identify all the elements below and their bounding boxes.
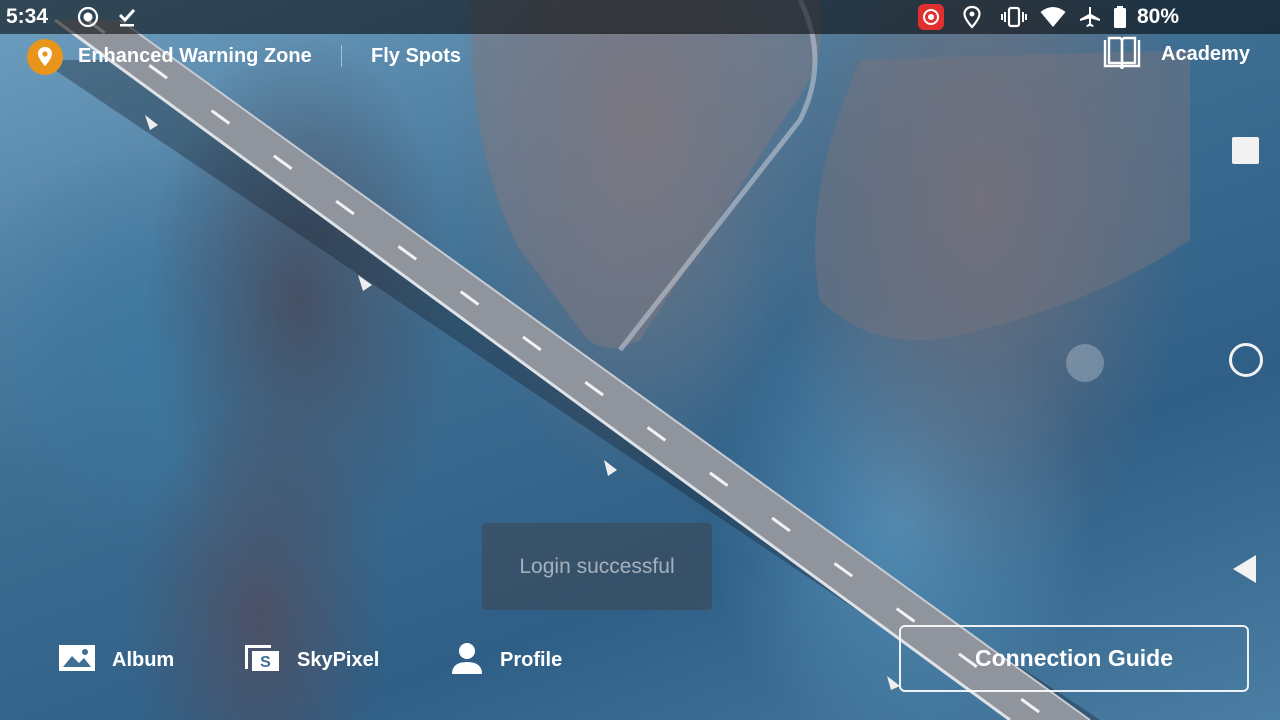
location-icon bbox=[959, 4, 985, 30]
clock: 5:34 bbox=[6, 5, 49, 28]
dji-app-icon bbox=[918, 4, 944, 30]
toast-message: Login successful bbox=[519, 554, 675, 578]
warning-zone-pin-icon[interactable] bbox=[27, 39, 63, 75]
connection-guide-button[interactable]: Connection Guide bbox=[899, 625, 1249, 692]
status-bar: 5:34 80% bbox=[0, 0, 1280, 34]
toast-notification: Login successful bbox=[482, 523, 712, 610]
home-button[interactable] bbox=[1229, 343, 1263, 377]
fly-spots-link[interactable]: Fly Spots bbox=[371, 45, 461, 68]
recents-button[interactable] bbox=[1232, 137, 1259, 164]
album-button[interactable]: Album bbox=[58, 640, 174, 680]
connection-guide-label: Connection Guide bbox=[974, 645, 1174, 671]
user-icon bbox=[450, 641, 484, 680]
battery-icon bbox=[1110, 4, 1130, 30]
download-done-icon bbox=[114, 4, 140, 30]
back-button[interactable] bbox=[1232, 554, 1258, 589]
image-icon bbox=[58, 644, 96, 677]
profile-label: Profile bbox=[500, 648, 563, 671]
skypixel-icon: S bbox=[243, 643, 281, 678]
album-label: Album bbox=[112, 648, 175, 671]
wifi-icon bbox=[1040, 4, 1066, 30]
academy-link[interactable]: Academy bbox=[1161, 43, 1250, 66]
vibrate-icon bbox=[1001, 4, 1027, 30]
enhanced-warning-zone-link[interactable]: Enhanced Warning Zone bbox=[78, 45, 312, 68]
divider bbox=[341, 45, 342, 67]
skypixel-button[interactable]: S SkyPixel bbox=[243, 640, 379, 680]
touch-indicator bbox=[1066, 344, 1104, 382]
skypixel-label: SkyPixel bbox=[297, 648, 380, 671]
profile-button[interactable]: Profile bbox=[450, 640, 562, 680]
svg-text:S: S bbox=[260, 654, 271, 671]
book-icon[interactable] bbox=[1102, 36, 1142, 70]
airplane-mode-icon bbox=[1077, 4, 1103, 30]
battery-percentage: 80% bbox=[1137, 5, 1180, 28]
screen-record-icon bbox=[75, 4, 101, 30]
